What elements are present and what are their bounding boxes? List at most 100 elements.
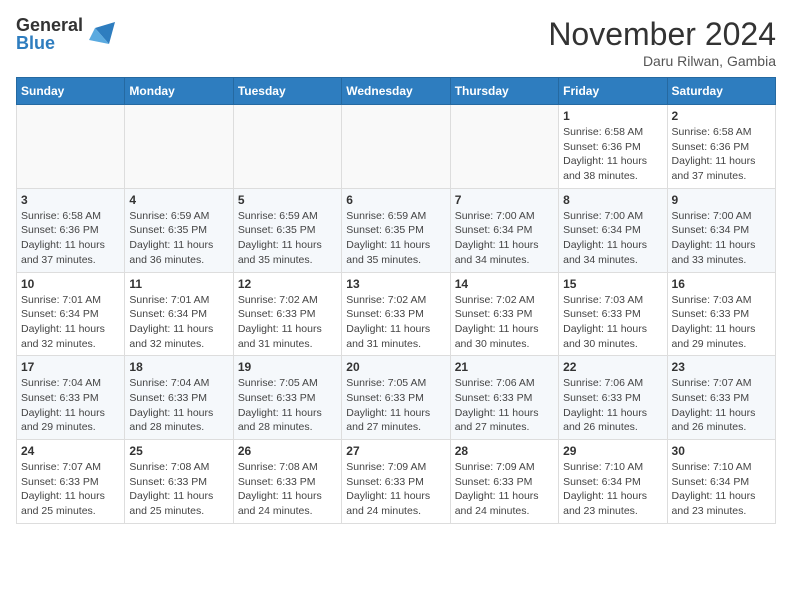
weekday-header: Wednesday	[342, 78, 450, 105]
day-number: 11	[129, 277, 228, 291]
calendar-cell: 15Sunrise: 7:03 AM Sunset: 6:33 PM Dayli…	[559, 272, 667, 356]
day-number: 14	[455, 277, 554, 291]
calendar-cell: 9Sunrise: 7:00 AM Sunset: 6:34 PM Daylig…	[667, 188, 775, 272]
calendar-cell: 30 Sunrise: 7:10 AM Sunset: 6:34 PM Dayli…	[667, 440, 775, 524]
calendar-cell: 17Sunrise: 7:04 AM Sunset: 6:33 PM Dayli…	[17, 356, 125, 440]
calendar-cell: 23 Sunrise: 7:07 AM Sunset: 6:33 PM Dayli…	[667, 356, 775, 440]
day-info: Sunrise: 7:07 AM Sunset: 6:33 PM Dayligh…	[672, 376, 771, 435]
day-number: 6	[346, 193, 445, 207]
calendar-cell: 13 Sunrise: 7:02 AM Sunset: 6:33 PM Dayli…	[342, 272, 450, 356]
calendar-cell: 4Sunrise: 6:59 AM Sunset: 6:35 PM Daylig…	[125, 188, 233, 272]
day-info: Sunrise: 7:04 AM Sunset: 6:33 PM Dayligh…	[21, 376, 120, 435]
day-info: Sunrise: 6:59 AM Sunset: 6:35 PM Dayligh…	[346, 209, 445, 268]
calendar-cell: 28 Sunrise: 7:09 AM Sunset: 6:33 PM Dayli…	[450, 440, 558, 524]
logo: General Blue	[16, 16, 115, 52]
day-number: 12	[238, 277, 337, 291]
day-info: Sunrise: 7:03 AM Sunset: 6:33 PM Dayligh…	[672, 293, 771, 352]
day-info: Sunrise: 7:05 AM Sunset: 6:33 PM Dayligh…	[238, 376, 337, 435]
calendar-cell: 11 Sunrise: 7:01 AM Sunset: 6:34 PM Dayli…	[125, 272, 233, 356]
calendar-cell	[342, 105, 450, 189]
day-info: Sunrise: 6:58 AM Sunset: 6:36 PM Dayligh…	[21, 209, 120, 268]
calendar-cell	[17, 105, 125, 189]
calendar-cell: 18 Sunrise: 7:04 AM Sunset: 6:33 PM Dayli…	[125, 356, 233, 440]
day-info: Sunrise: 7:01 AM Sunset: 6:34 PM Dayligh…	[21, 293, 120, 352]
calendar-body: 1 Sunrise: 6:58 AM Sunset: 6:36 PM Daylig…	[17, 105, 776, 524]
calendar-cell: 10Sunrise: 7:01 AM Sunset: 6:34 PM Dayli…	[17, 272, 125, 356]
calendar-cell	[450, 105, 558, 189]
day-info: Sunrise: 7:02 AM Sunset: 6:33 PM Dayligh…	[346, 293, 445, 352]
calendar-cell: 6 Sunrise: 6:59 AM Sunset: 6:35 PM Daylig…	[342, 188, 450, 272]
calendar-cell: 22Sunrise: 7:06 AM Sunset: 6:33 PM Dayli…	[559, 356, 667, 440]
calendar-cell	[125, 105, 233, 189]
day-number: 8	[563, 193, 662, 207]
day-info: Sunrise: 6:58 AM Sunset: 6:36 PM Dayligh…	[672, 125, 771, 184]
day-number: 13	[346, 277, 445, 291]
day-number: 16	[672, 277, 771, 291]
day-info: Sunrise: 7:04 AM Sunset: 6:33 PM Dayligh…	[129, 376, 228, 435]
calendar-title: November 2024	[548, 16, 776, 53]
calendar-cell: 24Sunrise: 7:07 AM Sunset: 6:33 PM Dayli…	[17, 440, 125, 524]
day-info: Sunrise: 6:59 AM Sunset: 6:35 PM Dayligh…	[129, 209, 228, 268]
calendar-cell: 29 Sunrise: 7:10 AM Sunset: 6:34 PM Dayli…	[559, 440, 667, 524]
day-info: Sunrise: 7:09 AM Sunset: 6:33 PM Dayligh…	[455, 460, 554, 519]
calendar-cell: 26Sunrise: 7:08 AM Sunset: 6:33 PM Dayli…	[233, 440, 341, 524]
calendar-cell: 25Sunrise: 7:08 AM Sunset: 6:33 PM Dayli…	[125, 440, 233, 524]
weekday-header: Saturday	[667, 78, 775, 105]
day-number: 1	[563, 109, 662, 123]
title-block: November 2024 Daru Rilwan, Gambia	[548, 16, 776, 69]
day-number: 18	[129, 360, 228, 374]
weekday-header: Thursday	[450, 78, 558, 105]
calendar-cell: 20Sunrise: 7:05 AM Sunset: 6:33 PM Dayli…	[342, 356, 450, 440]
day-info: Sunrise: 7:10 AM Sunset: 6:34 PM Dayligh…	[563, 460, 662, 519]
day-info: Sunrise: 7:02 AM Sunset: 6:33 PM Dayligh…	[455, 293, 554, 352]
day-info: Sunrise: 6:58 AM Sunset: 6:36 PM Dayligh…	[563, 125, 662, 184]
calendar-week-row: 1 Sunrise: 6:58 AM Sunset: 6:36 PM Daylig…	[17, 105, 776, 189]
day-number: 23	[672, 360, 771, 374]
day-number: 29	[563, 444, 662, 458]
day-info: Sunrise: 7:05 AM Sunset: 6:33 PM Dayligh…	[346, 376, 445, 435]
calendar-cell: 14 Sunrise: 7:02 AM Sunset: 6:33 PM Dayli…	[450, 272, 558, 356]
day-number: 30	[672, 444, 771, 458]
calendar-cell: 27 Sunrise: 7:09 AM Sunset: 6:33 PM Dayli…	[342, 440, 450, 524]
calendar-cell: 8Sunrise: 7:00 AM Sunset: 6:34 PM Daylig…	[559, 188, 667, 272]
day-info: Sunrise: 6:59 AM Sunset: 6:35 PM Dayligh…	[238, 209, 337, 268]
calendar-cell: 3 Sunrise: 6:58 AM Sunset: 6:36 PM Daylig…	[17, 188, 125, 272]
day-number: 7	[455, 193, 554, 207]
calendar-table: SundayMondayTuesdayWednesdayThursdayFrid…	[16, 77, 776, 524]
calendar-week-row: 24Sunrise: 7:07 AM Sunset: 6:33 PM Dayli…	[17, 440, 776, 524]
day-info: Sunrise: 7:07 AM Sunset: 6:33 PM Dayligh…	[21, 460, 120, 519]
day-number: 5	[238, 193, 337, 207]
calendar-cell: 19 Sunrise: 7:05 AM Sunset: 6:33 PM Dayli…	[233, 356, 341, 440]
day-number: 26	[238, 444, 337, 458]
calendar-header: SundayMondayTuesdayWednesdayThursdayFrid…	[17, 78, 776, 105]
page-header: General Blue November 2024 Daru Rilwan, …	[16, 16, 776, 69]
weekday-header: Monday	[125, 78, 233, 105]
calendar-week-row: 3 Sunrise: 6:58 AM Sunset: 6:36 PM Daylig…	[17, 188, 776, 272]
calendar-cell: 2 Sunrise: 6:58 AM Sunset: 6:36 PM Daylig…	[667, 105, 775, 189]
calendar-subtitle: Daru Rilwan, Gambia	[548, 53, 776, 69]
calendar-cell: 1 Sunrise: 6:58 AM Sunset: 6:36 PM Daylig…	[559, 105, 667, 189]
day-info: Sunrise: 7:09 AM Sunset: 6:33 PM Dayligh…	[346, 460, 445, 519]
weekday-header: Friday	[559, 78, 667, 105]
day-number: 3	[21, 193, 120, 207]
day-number: 27	[346, 444, 445, 458]
calendar-cell	[233, 105, 341, 189]
day-number: 19	[238, 360, 337, 374]
day-number: 2	[672, 109, 771, 123]
day-info: Sunrise: 7:10 AM Sunset: 6:34 PM Dayligh…	[672, 460, 771, 519]
calendar-cell: 12 Sunrise: 7:02 AM Sunset: 6:33 PM Dayli…	[233, 272, 341, 356]
logo-text: General Blue	[16, 16, 83, 52]
day-number: 21	[455, 360, 554, 374]
weekday-header: Tuesday	[233, 78, 341, 105]
logo-line1: General	[16, 16, 83, 34]
day-number: 22	[563, 360, 662, 374]
day-info: Sunrise: 7:03 AM Sunset: 6:33 PM Dayligh…	[563, 293, 662, 352]
calendar-cell: 21 Sunrise: 7:06 AM Sunset: 6:33 PM Dayli…	[450, 356, 558, 440]
logo-line2: Blue	[16, 34, 83, 52]
calendar-cell: 5 Sunrise: 6:59 AM Sunset: 6:35 PM Daylig…	[233, 188, 341, 272]
day-info: Sunrise: 7:02 AM Sunset: 6:33 PM Dayligh…	[238, 293, 337, 352]
day-info: Sunrise: 7:01 AM Sunset: 6:34 PM Dayligh…	[129, 293, 228, 352]
day-info: Sunrise: 7:06 AM Sunset: 6:33 PM Dayligh…	[455, 376, 554, 435]
day-number: 28	[455, 444, 554, 458]
day-info: Sunrise: 7:00 AM Sunset: 6:34 PM Dayligh…	[672, 209, 771, 268]
